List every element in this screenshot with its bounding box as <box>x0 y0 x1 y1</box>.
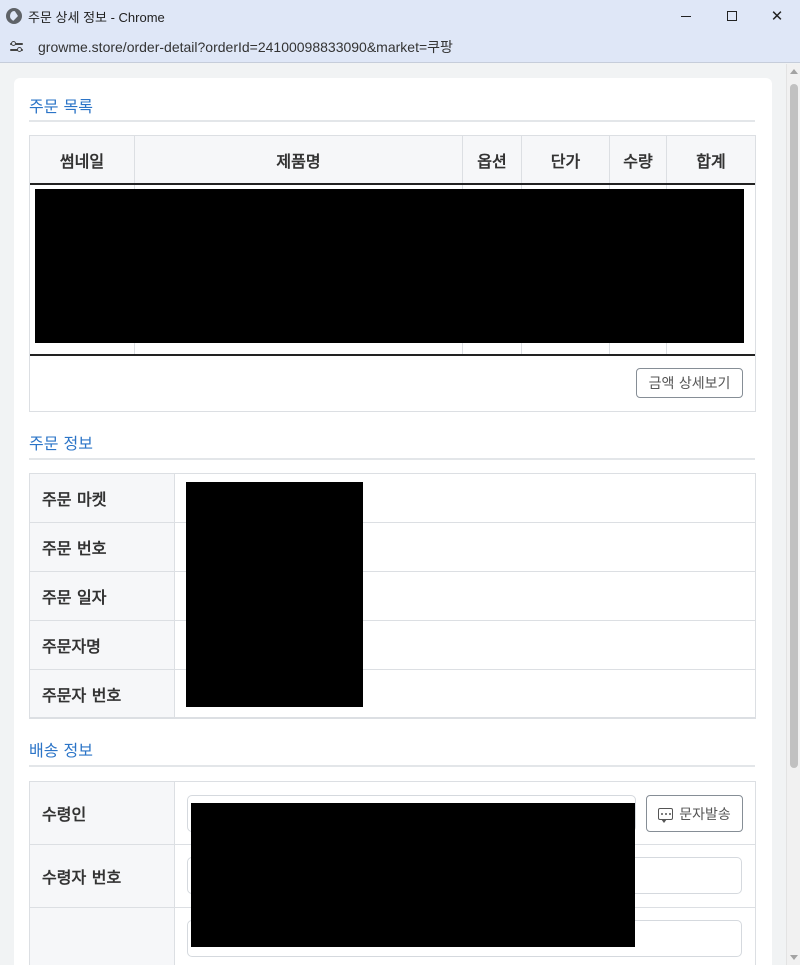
info-label: 주문자 번호 <box>30 670 175 717</box>
order-items-table: 썸네일 제품명 옵션 단가 수량 합계 금액 상세보기 <box>29 135 756 412</box>
maximize-button[interactable] <box>709 0 755 32</box>
chrome-page-icon <box>6 8 22 24</box>
section-divider <box>29 458 755 460</box>
column-header-option: 옵션 <box>463 136 522 183</box>
window-title: 주문 상세 정보 - Chrome <box>28 9 165 25</box>
redacted-block <box>191 803 635 947</box>
column-header-total: 합계 <box>696 151 726 171</box>
order-info-table: 주문 마켓 주문 번호 주문 일자 주문자명 주문자 번호 <box>29 473 756 719</box>
site-settings-icon[interactable] <box>9 39 25 55</box>
maximize-icon <box>727 11 737 21</box>
info-label: 주문 마켓 <box>30 474 175 522</box>
info-row-orderer-name: 주문자명 <box>30 621 755 670</box>
redacted-block <box>35 189 744 343</box>
order-info-title: 주문 정보 <box>29 434 93 453</box>
info-row-market: 주문 마켓 <box>30 474 755 523</box>
chat-icon <box>658 807 674 823</box>
column-header-quantity: 수량 <box>610 136 667 183</box>
minimize-button[interactable] <box>663 0 709 32</box>
section-divider <box>29 765 755 767</box>
table-bottom-rule <box>30 354 755 356</box>
order-detail-card: 주문 목록 썸네일 제품명 옵션 단가 수량 합계 금액 상세보기 주문 정보 … <box>14 78 772 965</box>
info-row-orderer-phone: 주문자 번호 <box>30 670 755 718</box>
close-icon: ✕ <box>770 7 784 25</box>
column-header-unit-price: 단가 <box>522 136 610 183</box>
order-list-title: 주문 목록 <box>29 97 93 116</box>
send-sms-label: 문자발송 <box>679 806 731 823</box>
close-button[interactable]: ✕ <box>754 0 800 32</box>
column-header-thumbnail: 썸네일 <box>30 136 135 183</box>
shipping-info-title: 배송 정보 <box>29 741 93 760</box>
window-titlebar: 주문 상세 정보 - Chrome ✕ <box>0 0 800 32</box>
column-header-product-name: 제품명 <box>135 136 463 183</box>
vertical-scrollbar[interactable] <box>786 64 800 965</box>
info-label: 주문 번호 <box>30 523 175 571</box>
scrollbar-thumb[interactable] <box>790 84 798 768</box>
page-viewport: 주문 목록 썸네일 제품명 옵션 단가 수량 합계 금액 상세보기 주문 정보 … <box>0 64 786 965</box>
shipping-info-table: 수령인 문자발송 수령자 번호 <box>29 781 756 965</box>
amount-detail-button[interactable]: 금액 상세보기 <box>636 368 743 398</box>
info-label: 수령인 <box>30 782 175 844</box>
info-row-order-number: 주문 번호 <box>30 523 755 572</box>
send-sms-button[interactable]: 문자발송 <box>646 795 743 832</box>
info-label: 주문자명 <box>30 621 175 669</box>
redacted-block <box>186 482 363 707</box>
section-divider <box>29 120 755 122</box>
scroll-down-icon[interactable] <box>790 955 798 960</box>
scroll-up-icon[interactable] <box>790 69 798 74</box>
info-label: 수령자 번호 <box>30 845 175 907</box>
info-row-order-date: 주문 일자 <box>30 572 755 621</box>
info-label: 주문 일자 <box>30 572 175 620</box>
minimize-icon <box>681 15 691 17</box>
url-text[interactable]: growme.store/order-detail?orderId=241000… <box>38 37 453 57</box>
address-bar: growme.store/order-detail?orderId=241000… <box>0 32 800 63</box>
table-header: 썸네일 제품명 옵션 단가 수량 합계 <box>30 136 755 185</box>
info-label <box>30 908 175 965</box>
